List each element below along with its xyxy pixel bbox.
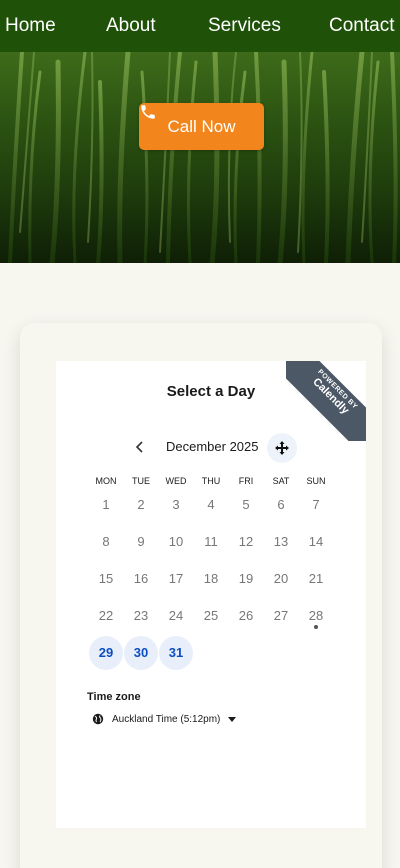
- calendar-day-21: 21: [308, 571, 324, 586]
- globe-icon: [92, 713, 104, 725]
- weekday-mon: MON: [95, 476, 117, 486]
- calendar-day-10: 10: [168, 534, 184, 549]
- calendar-day-15: 15: [98, 571, 114, 586]
- calendar-day-9: 9: [137, 534, 145, 549]
- calendar-day-24: 24: [168, 608, 184, 623]
- current-month-label: December 2025: [166, 439, 259, 454]
- calendar-day-3: 3: [172, 497, 180, 512]
- calendar-day-17: 17: [168, 571, 184, 586]
- calendar-day-6: 6: [277, 497, 285, 512]
- call-now-button[interactable]: Call Now: [139, 103, 264, 150]
- calendar-day-22: 22: [98, 608, 114, 623]
- caret-down-icon: [228, 716, 237, 722]
- calendar-day-2: 2: [137, 497, 145, 512]
- weekday-sun: SUN: [306, 476, 326, 486]
- calendar-day-18: 18: [203, 571, 219, 586]
- calendar-day-13: 13: [273, 534, 289, 549]
- calendar-day-26: 26: [238, 608, 254, 623]
- move-cursor-icon: [275, 441, 289, 455]
- previous-month-button[interactable]: [126, 433, 154, 461]
- calendar-day-23: 23: [133, 608, 149, 623]
- calendar-day-27: 27: [273, 608, 289, 623]
- calendar-day-8: 8: [102, 534, 110, 549]
- timezone-label: Time zone: [87, 691, 141, 703]
- available-day-29[interactable]: 29: [89, 636, 123, 670]
- top-nav: Home About Services Contact: [0, 0, 400, 52]
- calendar-day-19: 19: [238, 571, 254, 586]
- powered-by-badge[interactable]: POWERED BY Calendly: [286, 361, 366, 441]
- calendar-day-25: 25: [203, 608, 219, 623]
- timezone-selector[interactable]: Auckland Time (5:12pm): [92, 711, 237, 727]
- select-day-title: Select a Day: [166, 383, 256, 400]
- calendar-day-12: 12: [238, 534, 254, 549]
- calendar-day-7: 7: [312, 497, 320, 512]
- nav-services-link[interactable]: Services: [208, 0, 281, 52]
- weekday-tue: TUE: [132, 476, 150, 486]
- hero-banner: Call Now: [0, 52, 400, 263]
- nav-contact-link[interactable]: Contact: [329, 0, 394, 52]
- call-now-label: Call Now: [167, 116, 236, 136]
- calendar-day-5: 5: [242, 497, 250, 512]
- nav-about-link[interactable]: About: [106, 0, 156, 52]
- calendar-day-14: 14: [308, 534, 324, 549]
- calendar-day-4: 4: [207, 497, 215, 512]
- nav-home-link[interactable]: Home: [5, 0, 56, 52]
- calendar-day-16: 16: [133, 571, 149, 586]
- today-indicator: [314, 625, 318, 629]
- weekday-wed: WED: [165, 476, 187, 486]
- grass-background-image: [8, 52, 398, 263]
- calendar-day-11: 11: [204, 534, 218, 549]
- calendar-day-20: 20: [273, 571, 289, 586]
- calendar-day-1: 1: [102, 497, 110, 512]
- next-month-button[interactable]: [267, 433, 297, 463]
- weekday-fri: FRI: [238, 476, 254, 486]
- phone-icon: [141, 105, 155, 119]
- weekday-sat: SAT: [272, 476, 290, 486]
- available-day-30[interactable]: 30: [124, 636, 158, 670]
- weekday-thu: THU: [201, 476, 221, 486]
- month-navigation: December 2025: [126, 433, 306, 463]
- chevron-left-icon: [135, 441, 143, 453]
- timezone-value: Auckland Time (5:12pm): [112, 713, 221, 725]
- available-day-31[interactable]: 31: [159, 636, 193, 670]
